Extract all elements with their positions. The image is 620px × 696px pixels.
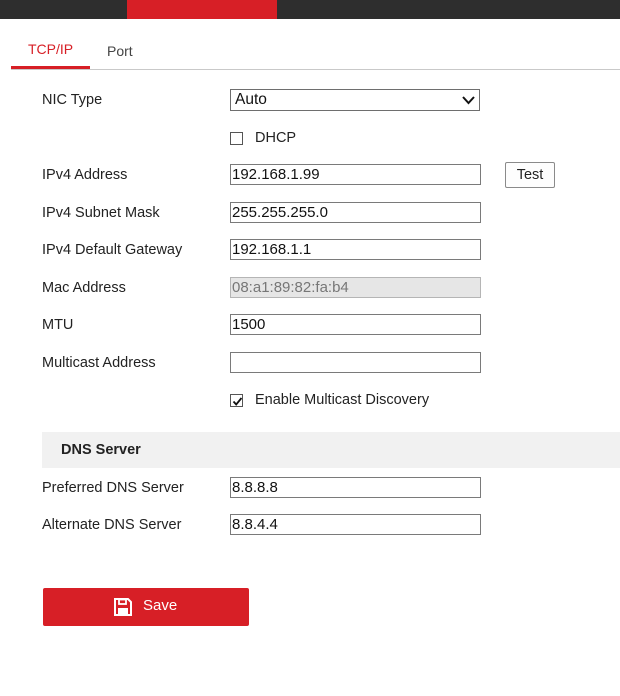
ipv4-address-row: IPv4 Address Test bbox=[42, 162, 602, 188]
tab-port[interactable]: Port bbox=[107, 35, 133, 68]
multicast-address-field[interactable] bbox=[230, 352, 481, 373]
ipv4-gateway-label: IPv4 Default Gateway bbox=[42, 242, 183, 258]
mac-address-label: Mac Address bbox=[42, 280, 126, 296]
alternate-dns-field[interactable] bbox=[230, 514, 481, 535]
mac-address-row: Mac Address bbox=[42, 277, 602, 301]
alternate-dns-row: Alternate DNS Server bbox=[42, 514, 602, 538]
ipv4-address-label: IPv4 Address bbox=[42, 167, 128, 183]
mtu-label: MTU bbox=[42, 317, 74, 333]
preferred-dns-row: Preferred DNS Server bbox=[42, 477, 602, 501]
multicast-discovery-label: Enable Multicast Discovery bbox=[255, 392, 430, 408]
dns-section-title: DNS Server bbox=[61, 442, 141, 458]
floppy-disk-icon bbox=[114, 598, 132, 616]
mac-address-field bbox=[230, 277, 481, 298]
nic-type-label: NIC Type bbox=[42, 92, 103, 108]
test-button[interactable]: Test bbox=[505, 162, 555, 188]
multicast-address-label: Multicast Address bbox=[42, 355, 156, 371]
checkmark-icon bbox=[232, 397, 243, 406]
nic-type-row: NIC Type Auto bbox=[42, 89, 602, 113]
save-button[interactable]: Save bbox=[43, 588, 249, 626]
tab-bar: TCP/IP Port bbox=[11, 33, 620, 70]
chevron-down-icon bbox=[462, 96, 475, 105]
ipv4-gateway-row: IPv4 Default Gateway bbox=[42, 239, 602, 263]
ipv4-gateway-field[interactable] bbox=[230, 239, 481, 260]
multicast-discovery-checkbox[interactable] bbox=[230, 394, 243, 407]
top-nav-active-item[interactable] bbox=[127, 0, 277, 19]
mtu-field[interactable] bbox=[230, 314, 481, 335]
ipv4-address-field[interactable] bbox=[230, 164, 481, 185]
preferred-dns-label: Preferred DNS Server bbox=[42, 480, 184, 496]
ipv4-subnet-label: IPv4 Subnet Mask bbox=[42, 205, 160, 221]
nic-type-value: Auto bbox=[235, 91, 267, 108]
top-navigation-bar bbox=[0, 0, 620, 19]
save-button-label: Save bbox=[143, 597, 178, 614]
nic-type-select[interactable]: Auto bbox=[230, 89, 480, 111]
ipv4-subnet-row: IPv4 Subnet Mask bbox=[42, 202, 602, 226]
dhcp-checkbox[interactable] bbox=[230, 132, 243, 145]
dhcp-label: DHCP bbox=[255, 130, 297, 146]
preferred-dns-field[interactable] bbox=[230, 477, 481, 498]
alternate-dns-label: Alternate DNS Server bbox=[42, 517, 182, 533]
multicast-address-row: Multicast Address bbox=[42, 352, 602, 376]
tab-tcpip[interactable]: TCP/IP bbox=[11, 33, 90, 69]
ipv4-subnet-field[interactable] bbox=[230, 202, 481, 223]
mtu-row: MTU bbox=[42, 314, 602, 338]
dns-section-header: DNS Server bbox=[42, 432, 620, 468]
